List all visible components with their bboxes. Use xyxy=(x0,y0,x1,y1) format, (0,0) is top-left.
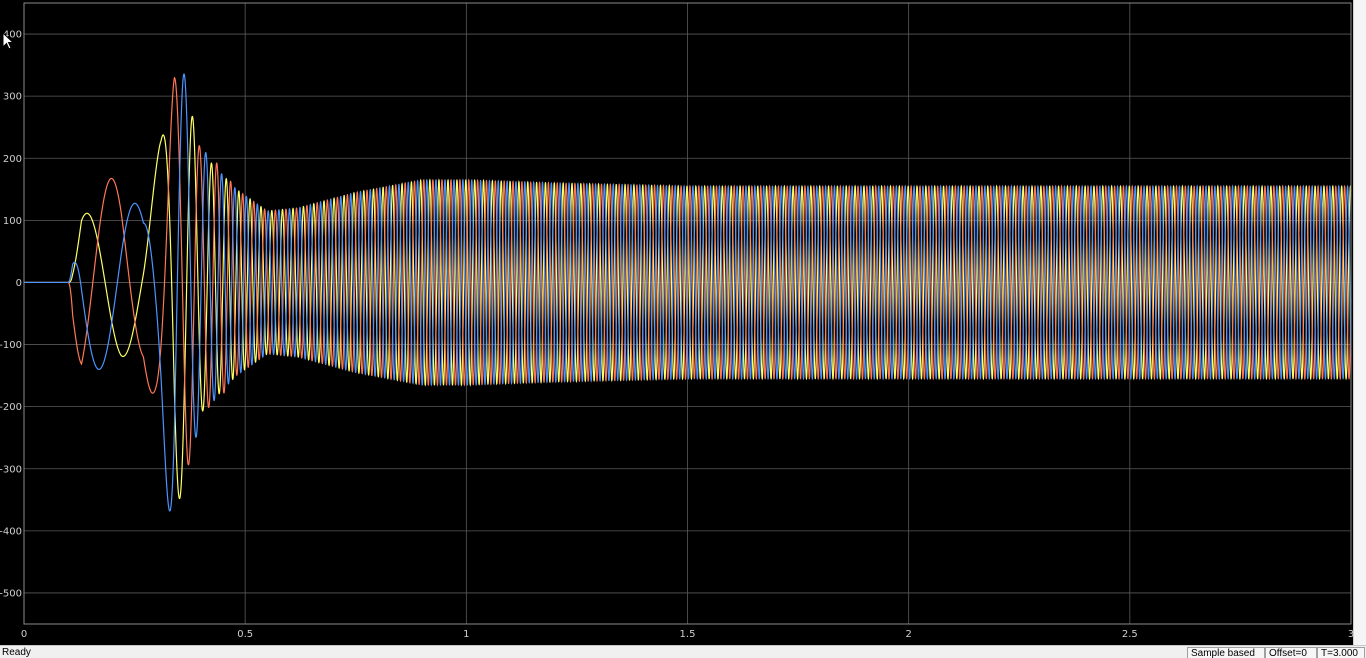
mouse-pointer-icon xyxy=(2,32,15,50)
x-tick-label: 2.5 xyxy=(1122,629,1138,640)
status-text: Ready xyxy=(2,647,31,658)
y-tick-label: -500 xyxy=(0,588,22,599)
y-tick-label: 300 xyxy=(3,92,22,103)
y-tick-label: -200 xyxy=(0,402,22,413)
scope-window: 0 0.5 1 1.5 2 2.5 3 -500 -400 -300 -200 -100 0 100 200… xyxy=(0,0,1366,645)
offset-field: Offset=0 xyxy=(1265,647,1317,658)
y-tick-label: -400 xyxy=(0,526,22,537)
y-tick-label: -300 xyxy=(0,464,22,475)
x-tick-label: 1.5 xyxy=(680,629,696,640)
x-tick-label: 0 xyxy=(21,629,27,640)
sample-mode-field: Sample based xyxy=(1187,647,1265,658)
x-tick-label: 2 xyxy=(905,629,911,640)
y-tick-label: 100 xyxy=(3,216,22,227)
y-tick-label: -100 xyxy=(0,340,22,351)
scope-plot: 0 0.5 1 1.5 2 2.5 3-500-400-300-200-1000100200… xyxy=(0,0,1366,645)
y-tick-label: 0 xyxy=(16,278,22,289)
y-tick-label: 200 xyxy=(3,154,22,165)
time-field: T=3.000 xyxy=(1317,647,1365,658)
status-bar: Ready Sample based Offset=0 T=3.000 xyxy=(0,645,1366,658)
x-tick-label: 0.5 xyxy=(237,629,253,640)
window-right-edge[interactable] xyxy=(1353,0,1366,645)
x-tick-label: 1 xyxy=(463,629,469,640)
